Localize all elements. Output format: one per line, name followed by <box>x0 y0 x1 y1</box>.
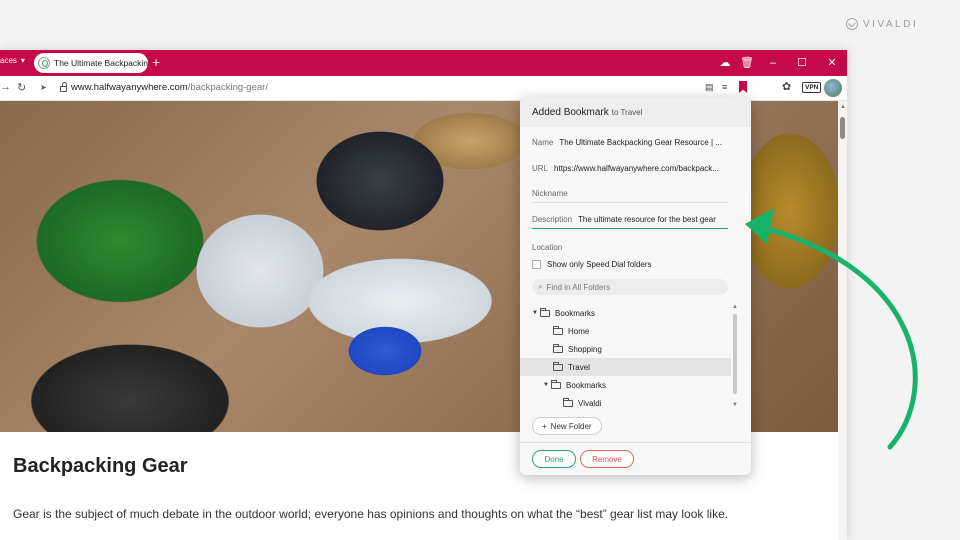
scroll-down-icon[interactable]: ▼ <box>732 402 738 408</box>
bookmark-icon[interactable] <box>739 81 747 93</box>
folder-label: Bookmarks <box>566 380 607 390</box>
brand-name: VIVALDI <box>863 18 919 30</box>
vivaldi-brand: VIVALDI <box>846 18 918 30</box>
workspace-button[interactable]: aces ▾ <box>0 56 25 65</box>
folder-icon <box>553 325 563 335</box>
url-label: URL <box>532 163 549 173</box>
description-label: Description <box>532 215 573 224</box>
url-input[interactable]: URL https://www.halfwayanywhere.com/back… <box>532 159 728 177</box>
popup-subtitle: to Travel <box>611 108 643 117</box>
description-field[interactable]: Description The ultimate resource for th… <box>532 211 728 229</box>
folder-label: Vivaldi <box>578 398 602 408</box>
nickname-label: Nickname <box>532 189 568 198</box>
url-domain: www.halfwayanywhere.com <box>71 82 188 93</box>
page-scrollbar[interactable]: ▲ <box>838 101 847 540</box>
article-body: Gear is the subject of much debate in th… <box>13 507 729 521</box>
new-folder-label: New Folder <box>550 421 592 431</box>
folder-label: Shopping <box>568 344 602 354</box>
name-label: Name <box>532 137 554 147</box>
checkbox-box[interactable] <box>532 260 541 269</box>
reader-icon[interactable]: ▤ <box>705 82 714 93</box>
home-icon[interactable]: ➤ <box>40 83 47 92</box>
folder-row[interactable]: ▼ Bookmarks <box>520 376 731 394</box>
profile-avatar[interactable] <box>824 79 842 97</box>
scrollbar-thumb[interactable] <box>733 314 737 394</box>
divider <box>520 442 751 443</box>
find-folder-input[interactable]: ⌕ Find in All Folders <box>532 279 728 295</box>
search-icon: ⌕ <box>538 282 543 291</box>
folder-tree-scrollbar[interactable]: ▲ ▼ <box>731 304 739 412</box>
folder-icon <box>553 361 563 371</box>
scroll-up-icon[interactable]: ▲ <box>840 104 846 110</box>
expand-arrow-icon[interactable]: ▼ <box>543 382 551 388</box>
vivaldi-logo-icon <box>846 18 858 30</box>
url-path: /backpacking-gear/ <box>187 82 268 93</box>
popup-title: Added Bookmark <box>532 107 609 118</box>
find-placeholder: Find in All Folders <box>546 282 611 292</box>
trash-icon[interactable]: 🗑 <box>740 56 754 70</box>
sync-cloud-icon[interactable]: ☁ <box>718 56 732 70</box>
description-value: The ultimate resource for the best gear <box>578 215 716 224</box>
chevron-down-icon: ▾ <box>20 56 25 65</box>
folder-row[interactable]: ▼ Bookmarks <box>520 304 731 322</box>
new-folder-button[interactable]: + New Folder <box>532 417 602 435</box>
name-value: The Ultimate Backpacking Gear Resource |… <box>559 137 722 147</box>
maximize-button[interactable]: ☐ <box>795 56 809 70</box>
folder-label: Bookmarks <box>555 308 596 318</box>
folder-icon <box>563 397 573 407</box>
reload-icon[interactable]: ↻ <box>17 81 26 94</box>
tab-title: The Ultimate Backpacking <box>54 58 148 68</box>
folder-label: Home <box>568 326 590 336</box>
workspace-label: aces <box>0 56 17 65</box>
extensions-icon[interactable]: ✿ <box>782 80 791 93</box>
site-favicon-icon <box>38 57 50 69</box>
minimize-button[interactable]: – <box>766 56 780 70</box>
folder-row[interactable]: Shopping <box>520 340 731 358</box>
url-field[interactable]: www.halfwayanywhere.com/backpacking-gear… <box>60 82 268 93</box>
nickname-field[interactable]: Nickname <box>532 185 728 203</box>
done-button[interactable]: Done <box>532 450 576 468</box>
url-value: https://www.halfwayanywhere.com/backpack… <box>554 163 719 173</box>
folder-row[interactable]: Vivaldi <box>520 394 731 412</box>
scrollbar-thumb[interactable] <box>840 117 845 139</box>
lock-icon <box>60 82 67 92</box>
folder-row-selected[interactable]: Travel <box>520 358 731 376</box>
vpn-button[interactable]: VPN <box>802 82 822 93</box>
plus-icon: + <box>542 421 547 431</box>
speed-dial-checkbox[interactable]: Show only Speed Dial folders <box>532 260 652 269</box>
remove-button[interactable]: Remove <box>580 450 634 468</box>
forward-arrow-icon[interactable]: → <box>0 81 11 93</box>
tab-active[interactable]: The Ultimate Backpacking <box>34 53 148 73</box>
speed-dial-label: Show only Speed Dial folders <box>547 260 652 269</box>
folder-icon <box>553 343 563 353</box>
expand-arrow-icon[interactable]: ▼ <box>532 310 540 316</box>
scroll-up-icon[interactable]: ▲ <box>732 304 738 310</box>
close-window-button[interactable]: ✕ <box>825 56 839 70</box>
popup-header: Added Bookmark to Travel <box>520 97 751 127</box>
article-heading: Backpacking Gear <box>13 455 188 477</box>
folder-label: Travel <box>568 362 590 372</box>
name-field[interactable]: Name The Ultimate Backpacking Gear Resou… <box>532 133 728 151</box>
location-label: Location <box>532 243 563 252</box>
page-actions-icon[interactable]: ≡ <box>722 82 727 92</box>
folder-icon <box>551 379 561 389</box>
tab-bar: aces ▾ The Ultimate Backpacking + ☁ 🗑 – … <box>0 50 847 76</box>
bookmark-popup: Added Bookmark to Travel Name The Ultimat… <box>520 97 751 475</box>
folder-tree: ▼ Bookmarks Home Shopping Travel ▼ Bookm… <box>520 304 731 414</box>
folder-row[interactable]: Home <box>520 322 731 340</box>
folder-icon <box>540 307 550 317</box>
new-tab-button[interactable]: + <box>152 54 160 70</box>
